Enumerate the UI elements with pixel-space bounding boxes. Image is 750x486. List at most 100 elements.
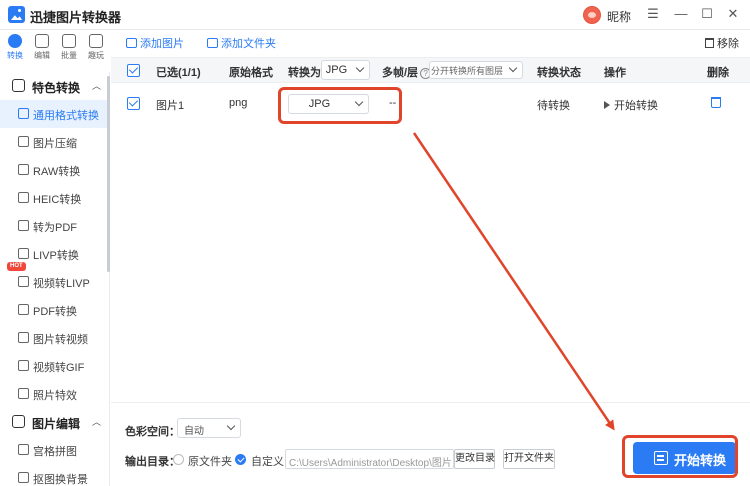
- sidebar-item-label: 视频转GIF: [33, 362, 85, 374]
- custom-folder-label: 自定义: [251, 456, 284, 468]
- color-space-select[interactable]: 自动: [177, 418, 241, 438]
- sidebar-item-label: RAW转换: [33, 166, 81, 178]
- sidebar-item-label: 图片转视频: [33, 334, 88, 346]
- chevron-down-icon: [355, 63, 365, 73]
- sidebar-item-label: 宫格拼图: [33, 446, 77, 458]
- sidebar-item-video-to-livp[interactable]: HOT 视频转LIVP: [0, 262, 107, 296]
- status-text: 待转换: [537, 100, 570, 112]
- add-image-button[interactable]: 添加图片: [126, 35, 184, 51]
- sidebar-item-to-pdf[interactable]: 转为PDF: [0, 212, 107, 240]
- add-folder-icon: [207, 38, 218, 48]
- select-all-checkbox[interactable]: [127, 64, 140, 77]
- color-space-label: 色彩空间：: [125, 426, 180, 438]
- remove-label: 移除: [717, 38, 739, 50]
- pdf-convert-icon: [18, 304, 29, 315]
- rail-tab-convert[interactable]: 转换: [2, 34, 28, 61]
- row-checkbox[interactable]: [127, 97, 140, 110]
- start-convert-button[interactable]: 开始转换: [633, 442, 736, 474]
- chevron-down-icon: [508, 63, 518, 73]
- header-original-format: 原始格式: [229, 67, 273, 79]
- compress-icon: [18, 136, 29, 147]
- chevron-down-icon: [226, 421, 236, 431]
- change-dir-button[interactable]: 更改目录: [454, 449, 495, 469]
- delete-row-icon[interactable]: [711, 97, 721, 108]
- rail-label: 转换: [7, 51, 23, 60]
- app-logo-icon: [8, 6, 25, 23]
- app-title: 迅捷图片转换器: [30, 10, 122, 25]
- title-bar: 迅捷图片转换器 昵称 ☰ — ☐ ✕: [0, 0, 750, 30]
- table-header: 已选(1/1) 原始格式 转换为 JPG 多帧/层? 分开转换所有图层 转换状态…: [111, 57, 750, 83]
- gif-icon: [18, 360, 29, 371]
- menu-icon[interactable]: ☰: [642, 4, 664, 24]
- header-multiframe: 多帧/层?: [382, 64, 432, 80]
- camera-icon: [18, 388, 29, 399]
- sidebar-item-cutout[interactable]: 抠图换背景: [0, 464, 107, 486]
- open-folder-button[interactable]: 打开文件夹: [503, 449, 555, 469]
- batch-format-select[interactable]: JPG: [321, 60, 370, 80]
- rail-tab-fun[interactable]: 趣玩: [83, 34, 109, 61]
- sidebar-item-label: HEIC转换: [33, 194, 82, 206]
- sidebar-group-image-edit[interactable]: 图片编辑 ︿: [0, 408, 110, 436]
- raw-icon: [18, 164, 29, 175]
- sidebar-scrollbar[interactable]: [107, 76, 110, 272]
- maximize-button[interactable]: ☐: [696, 4, 718, 24]
- table-row[interactable]: 图片1 png JPG -- 待转换 开始转换: [111, 90, 750, 118]
- batch-format-value: JPG: [325, 64, 348, 76]
- file-name: 图片1: [156, 100, 185, 112]
- sidebar-group-special[interactable]: 特色转换 ︿: [0, 72, 110, 100]
- close-button[interactable]: ✕: [722, 4, 744, 24]
- source-folder-radio[interactable]: [173, 454, 184, 465]
- sidebar-item-video-to-gif[interactable]: 视频转GIF: [0, 352, 107, 380]
- output-dir-label: 输出目录：: [125, 456, 180, 468]
- livp-icon: [18, 248, 29, 259]
- sidebar-item-heic[interactable]: HEIC转换: [0, 184, 107, 212]
- sidebar-item-compress[interactable]: 图片压缩: [0, 128, 107, 156]
- rail-label: 趣玩: [88, 51, 104, 60]
- sidebar-item-photo-effects[interactable]: 照片特效: [0, 380, 107, 408]
- image-edit-icon: [12, 415, 25, 428]
- output-path-field[interactable]: C:\Users\Administrator\Desktop\图片: [285, 449, 454, 469]
- sidebar-item-label: LIVP转换: [33, 250, 79, 262]
- hot-badge: HOT: [7, 262, 26, 271]
- convert-icon: [8, 34, 22, 48]
- multiframe-select[interactable]: 分开转换所有图层: [429, 61, 523, 79]
- sidebar-item-raw[interactable]: RAW转换: [0, 156, 107, 184]
- main-panel: 添加图片 添加文件夹 移除 已选(1/1) 原始格式 转换为 JPG 多帧/层?…: [111, 30, 750, 486]
- header-status: 转换状态: [537, 67, 581, 79]
- sidebar-item-general-convert[interactable]: 通用格式转换: [0, 100, 107, 128]
- header-delete: 删除: [707, 67, 729, 79]
- rail-tab-batch[interactable]: 批量: [56, 34, 82, 61]
- rail-label: 编辑: [34, 51, 50, 60]
- source-folder-label: 原文件夹: [188, 456, 232, 468]
- file-format: png: [229, 97, 248, 109]
- convert-icon: [654, 451, 668, 465]
- sidebar-item-pdf-convert[interactable]: PDF转换: [0, 296, 107, 324]
- chevron-up-icon: ︿: [92, 417, 102, 427]
- special-convert-icon: [12, 79, 25, 92]
- chevron-up-icon: ︿: [92, 81, 102, 91]
- add-folder-button[interactable]: 添加文件夹: [207, 35, 276, 51]
- custom-folder-radio[interactable]: [235, 454, 246, 465]
- user-nickname[interactable]: 昵称: [607, 8, 631, 25]
- sidebar-group-label: 特色转换: [32, 81, 81, 95]
- sidebar-item-label: 通用格式转换: [33, 110, 99, 122]
- sidebar: 特色转换 ︿ 通用格式转换 图片压缩 RAW转换 HEIC转换 转为PDF LI…: [0, 72, 110, 486]
- output-settings: 色彩空间： 自动 输出目录： 原文件夹 自定义 C:\Users\Adminis…: [111, 402, 750, 486]
- add-image-icon: [126, 38, 137, 48]
- row-start-button[interactable]: 开始转换: [604, 97, 658, 113]
- chevron-down-icon: [354, 97, 364, 107]
- minimize-button[interactable]: —: [670, 4, 692, 24]
- rail-tab-edit[interactable]: 编辑: [29, 34, 55, 61]
- target-format-select[interactable]: JPG: [288, 94, 369, 114]
- color-space-value: 自动: [184, 426, 204, 437]
- image-icon: [89, 34, 103, 48]
- remove-button[interactable]: 移除: [705, 35, 739, 51]
- sidebar-item-image-to-video[interactable]: 图片转视频: [0, 324, 107, 352]
- user-avatar[interactable]: [583, 6, 601, 24]
- header-convert-to: 转换为: [288, 67, 321, 79]
- pdf-icon: [18, 220, 29, 231]
- image-video-icon: [18, 332, 29, 343]
- sidebar-item-grid-collage[interactable]: 宫格拼图: [0, 436, 107, 464]
- sidebar-group-label: 图片编辑: [32, 417, 81, 431]
- sidebar-item-label: 转为PDF: [33, 222, 77, 234]
